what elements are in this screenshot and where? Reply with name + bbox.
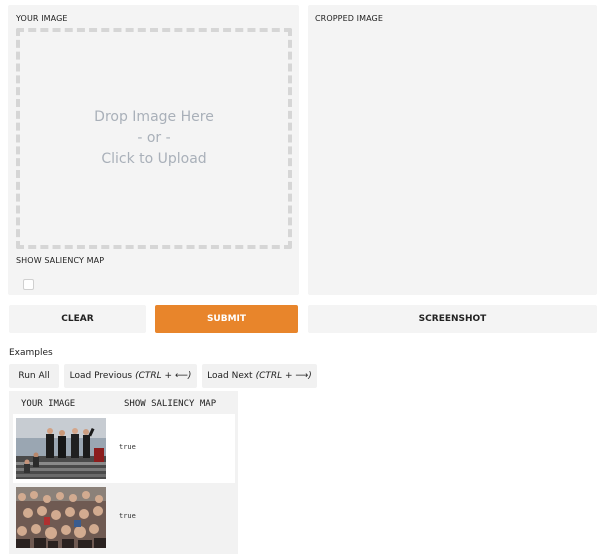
load-next-shortcut: (CTRL + ⟶) [255,371,312,381]
saliency-value: true [119,443,136,451]
column-header-image: YOUR IMAGE [21,399,76,409]
saliency-map-checkbox[interactable] [23,279,34,290]
run-all-button[interactable]: Run All [9,364,59,388]
submit-button[interactable]: SUBMIT [155,305,298,333]
run-all-label: Run All [18,371,50,381]
group-photo-icon [16,418,106,479]
example-thumbnail-stairs [16,418,106,479]
screenshot-button[interactable]: SCREENSHOT [308,305,597,333]
input-panel: YOUR IMAGE Drop Image Here - or - Click … [8,5,299,295]
saliency-map-label: SHOW SALIENCY MAP [16,256,105,265]
examples-heading: Examples [9,348,53,358]
load-previous-shortcut: (CTRL + ⟵) [135,371,192,381]
examples-table: YOUR IMAGE SHOW SALIENCY MAP true true [9,391,238,554]
example-row[interactable]: true [13,483,235,552]
load-next-label: Load Next [207,371,253,381]
dropzone-text-primary: Drop Image Here [94,109,214,125]
dropzone-text-or: - or - [137,130,171,146]
clear-button[interactable]: CLEAR [9,305,146,333]
crowd-photo-icon [16,487,106,548]
load-next-button[interactable]: Load Next (CTRL + ⟶) [202,364,317,388]
load-previous-label: Load Previous [69,371,133,381]
image-upload-dropzone[interactable]: Drop Image Here - or - Click to Upload [16,28,292,249]
example-thumbnail-crowd [16,487,106,548]
saliency-value: true [119,512,136,520]
cropped-image-label: CROPPED IMAGE [315,14,383,23]
example-row[interactable]: true [13,414,235,483]
input-image-label: YOUR IMAGE [16,14,68,23]
column-header-saliency: SHOW SALIENCY MAP [124,399,217,409]
load-previous-button[interactable]: Load Previous (CTRL + ⟵) [64,364,197,388]
dropzone-text-upload: Click to Upload [101,151,207,167]
output-panel: CROPPED IMAGE [308,5,597,295]
